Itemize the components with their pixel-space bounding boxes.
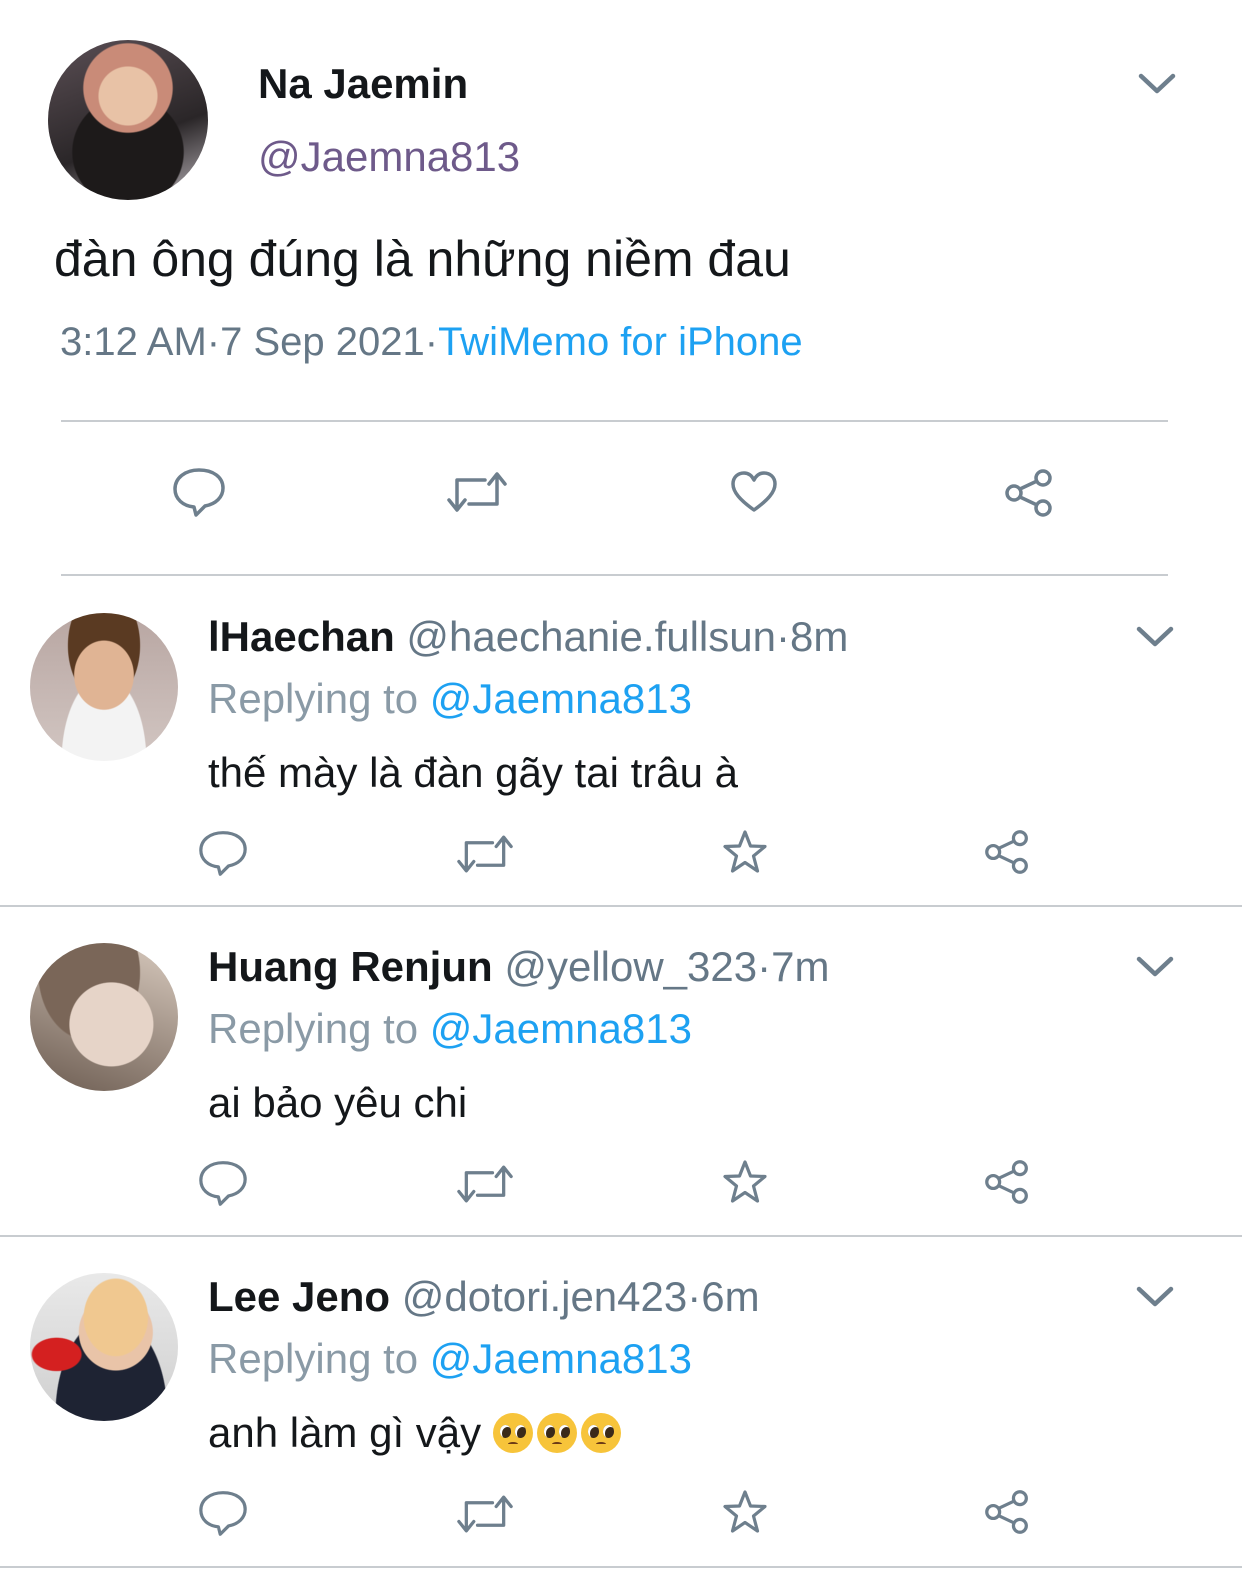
reply-tweet[interactable]: Lee Jeno @dotori.jen423·6m Replying to @… <box>0 1235 1242 1565</box>
avatar[interactable] <box>30 613 178 761</box>
reply-tweet[interactable]: lHaechan @haechanie.fullsun·8m Replying … <box>0 575 1242 905</box>
reply-text: ai bảo yêu chi <box>208 1079 468 1126</box>
mention-link[interactable]: @Jaemna813 <box>430 1335 692 1382</box>
reply-icon[interactable] <box>198 1489 248 1537</box>
replying-to: Replying to @Jaemna813 <box>208 675 692 723</box>
tweet-source-link[interactable]: TwiMemo for iPhone <box>438 320 803 364</box>
pleading-face-icon <box>492 1413 533 1453</box>
reply-time: ·6m <box>687 1273 760 1320</box>
chevron-down-icon[interactable] <box>1138 70 1176 98</box>
star-icon[interactable] <box>722 829 768 875</box>
tweet-time: 3:12 AM <box>60 320 207 364</box>
reply-icon[interactable] <box>172 466 226 518</box>
heart-icon[interactable] <box>730 470 778 514</box>
avatar[interactable] <box>30 1273 178 1421</box>
mention-link[interactable]: @Jaemna813 <box>430 675 692 722</box>
reply-icon[interactable] <box>198 1159 248 1207</box>
mention-link[interactable]: @Jaemna813 <box>430 1005 692 1052</box>
reply-author-name[interactable]: Lee Jeno <box>208 1273 390 1320</box>
reply-text: thế mày là đàn gãy tai trâu à <box>208 749 738 796</box>
reply-header: lHaechan @haechanie.fullsun·8m <box>208 613 848 661</box>
tweet-meta: 3:12 AM·7 Sep 2021·TwiMemo for iPhone <box>60 320 803 365</box>
reply-author-name[interactable]: lHaechan <box>208 613 395 660</box>
star-icon[interactable] <box>722 1489 768 1535</box>
chevron-down-icon[interactable] <box>1136 953 1174 981</box>
reply-icon[interactable] <box>198 829 248 877</box>
avatar[interactable] <box>48 40 208 200</box>
retweet-icon[interactable] <box>457 1163 513 1205</box>
author-name[interactable]: Na Jaemin <box>258 60 468 108</box>
retweet-icon[interactable] <box>457 1493 513 1535</box>
replying-label: Replying to <box>208 1005 419 1052</box>
divider <box>61 420 1168 422</box>
tweet-date: 7 Sep 2021 <box>220 320 425 364</box>
reply-header: Lee Jeno @dotori.jen423·6m <box>208 1273 760 1321</box>
share-icon[interactable] <box>983 829 1031 875</box>
replying-to: Replying to @Jaemna813 <box>208 1335 692 1383</box>
replying-label: Replying to <box>208 1335 419 1382</box>
reply-time: ·7m <box>757 943 830 990</box>
avatar[interactable] <box>30 943 178 1091</box>
tweet-text: đàn ông đúng là những niềm đau <box>54 231 791 287</box>
pleading-face-icon <box>536 1413 577 1453</box>
share-icon[interactable] <box>983 1159 1031 1205</box>
reply-time: ·8m <box>775 613 849 660</box>
share-icon[interactable] <box>983 1489 1031 1535</box>
reply-header: Huang Renjun @yellow_323·7m <box>208 943 829 991</box>
reply-author-handle[interactable]: @haechanie.fullsun <box>406 613 776 660</box>
reply-author-name[interactable]: Huang Renjun <box>208 943 493 990</box>
retweet-icon[interactable] <box>457 833 513 875</box>
replying-label: Replying to <box>208 675 419 722</box>
reply-author-handle[interactable]: @yellow_323 <box>504 943 757 990</box>
retweet-icon[interactable] <box>447 470 507 514</box>
reply-author-handle[interactable]: @dotori.jen423 <box>402 1273 688 1320</box>
replying-to: Replying to @Jaemna813 <box>208 1005 692 1053</box>
star-icon[interactable] <box>722 1159 768 1205</box>
separator: · <box>424 320 439 364</box>
chevron-down-icon[interactable] <box>1136 623 1174 651</box>
share-icon[interactable] <box>1003 468 1055 518</box>
reply-tweet[interactable]: Huang Renjun @yellow_323·7m Replying to … <box>0 905 1242 1235</box>
pleading-face-icon <box>580 1413 621 1453</box>
separator: · <box>206 320 221 364</box>
divider <box>0 1566 1242 1568</box>
reply-text: anh làm gì vậy 🥺🥺🥺 <box>208 1409 625 1457</box>
reply-text-body: anh làm gì vậy <box>208 1409 493 1456</box>
author-handle[interactable]: @Jaemna813 <box>258 133 520 181</box>
chevron-down-icon[interactable] <box>1136 1283 1174 1311</box>
